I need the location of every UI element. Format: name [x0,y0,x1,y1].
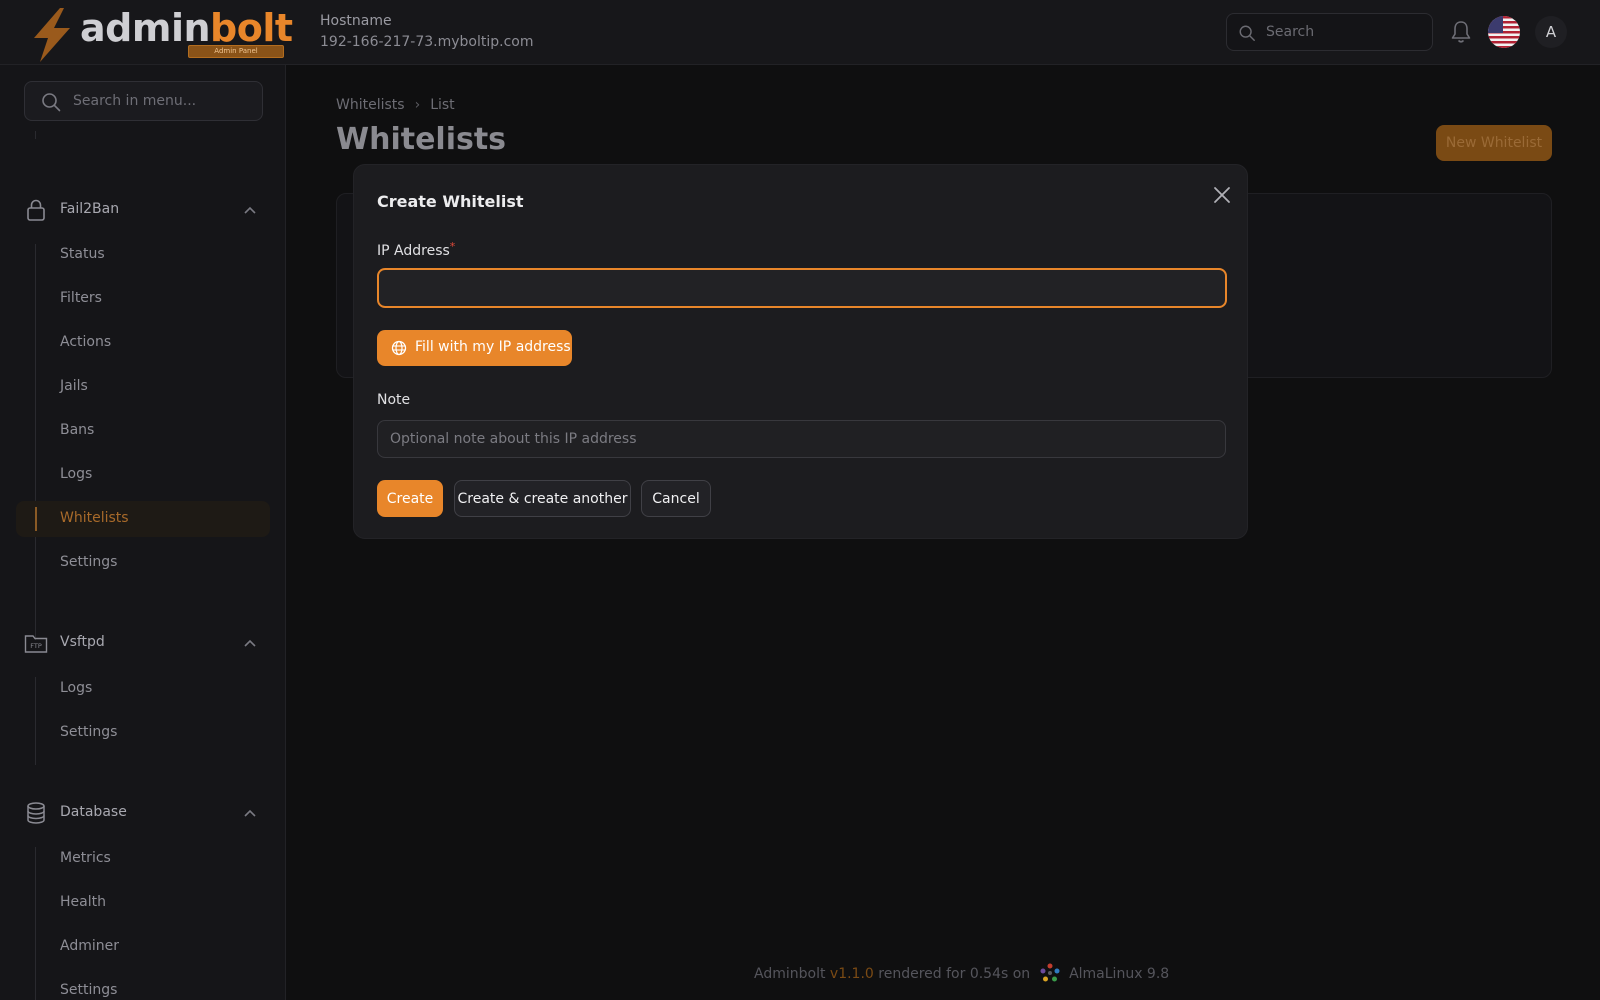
sidebar-item-status[interactable]: Status [16,237,270,273]
chevron-right-icon: › [414,97,421,113]
create-button[interactable]: Create [377,480,443,517]
sidebar-item-adminer[interactable]: Adminer [16,929,270,965]
search-icon [42,93,61,112]
create-another-button[interactable]: Create & create another [454,480,631,517]
global-search[interactable] [1226,13,1433,51]
ip-address-label: IP Address* [377,240,455,259]
lightning-bolt-icon [34,8,70,62]
hostname-label: Hostname [320,13,392,29]
us-flag-icon[interactable] [1488,16,1520,48]
bell-icon[interactable] [1450,20,1472,44]
menu-search[interactable] [24,81,263,121]
modal-title: Create Whitelist [377,192,524,211]
sidebar-item-bans[interactable]: Bans [16,413,270,449]
footer-rendered-text: rendered for 0.54s on [878,966,1031,982]
sidebar-group-fail2ban[interactable]: Fail2Ban [24,196,264,226]
global-search-input[interactable] [1266,14,1426,50]
ip-address-label-text: IP Address [377,243,450,259]
sidebar-item-filters[interactable]: Filters [16,281,270,317]
search-icon [1239,25,1255,41]
globe-icon [391,340,407,356]
sidebar-item-jails[interactable]: Jails [16,369,270,405]
create-whitelist-modal: Create Whitelist IP Address* Fill with m… [353,164,1248,539]
sidebar-item-actions[interactable]: Actions [16,325,270,361]
sidebar-item-metrics[interactable]: Metrics [16,841,270,877]
fill-my-ip-label: Fill with my IP address [415,339,571,355]
hostname-value: 192-166-217-73.myboltip.com [320,34,534,50]
sidebar-group-database[interactable]: Database [24,799,264,829]
almalinux-logo-icon [1040,963,1060,982]
sidebar-item-database-settings[interactable]: Settings [16,973,270,1000]
sidebar-group-label: Fail2Ban [60,201,120,217]
breadcrumb: Whitelists › List [336,97,455,113]
close-button[interactable] [1211,184,1233,206]
avatar[interactable]: A [1535,16,1567,48]
sidebar: Fail2Ban Status Filters Actions Jails Ba… [0,65,286,1000]
footer: Adminbolt v1.1.0 rendered for 0.54s on A… [754,962,1169,984]
ftp-folder-icon: FTP [24,635,48,653]
svg-text:FTP: FTP [30,642,42,650]
required-marker: * [449,240,456,253]
chevron-up-icon[interactable] [244,638,256,648]
fill-my-ip-button[interactable]: Fill with my IP address [377,330,572,366]
sidebar-group-vsftpd[interactable]: FTP Vsftpd [24,629,264,659]
breadcrumb-whitelists[interactable]: Whitelists [336,97,405,113]
page-title: Whitelists [336,122,507,157]
footer-app-name: Adminbolt [754,966,826,982]
sidebar-item-health[interactable]: Health [16,885,270,921]
logo-badge: Admin Panel [188,45,284,58]
sidebar-item-whitelists[interactable]: Whitelists [16,501,270,537]
breadcrumb-list: List [430,97,455,113]
adminbolt-logo[interactable]: adminbolt Admin Panel [30,6,293,62]
menu-search-input[interactable] [73,82,253,120]
hostname-info: Hostname 192-166-217-73.myboltip.com [320,12,533,51]
menu-divider [35,131,36,139]
chevron-up-icon[interactable] [244,205,256,215]
note-label: Note [377,392,411,408]
sidebar-item-settings[interactable]: Settings [16,545,270,581]
cancel-button[interactable]: Cancel [641,480,711,517]
footer-os: AlmaLinux 9.8 [1069,966,1170,982]
ip-address-input[interactable] [377,268,1227,308]
footer-version[interactable]: v1.1.0 [830,966,874,982]
logo-wordmark: adminbolt [80,6,293,50]
sidebar-item-logs[interactable]: Logs [16,457,270,493]
database-icon [27,802,45,824]
note-input[interactable] [377,420,1226,458]
sidebar-item-vsftpd-settings[interactable]: Settings [16,715,270,751]
sidebar-item-vsftpd-logs[interactable]: Logs [16,671,270,707]
sidebar-group-label: Database [60,804,127,820]
chevron-up-icon[interactable] [244,808,256,818]
lock-icon [27,199,45,221]
new-whitelist-button[interactable]: New Whitelist [1436,125,1552,161]
close-icon [1214,187,1230,203]
sidebar-group-label: Vsftpd [60,634,105,650]
top-bar: adminbolt Admin Panel Hostname 192-166-2… [0,0,1600,65]
